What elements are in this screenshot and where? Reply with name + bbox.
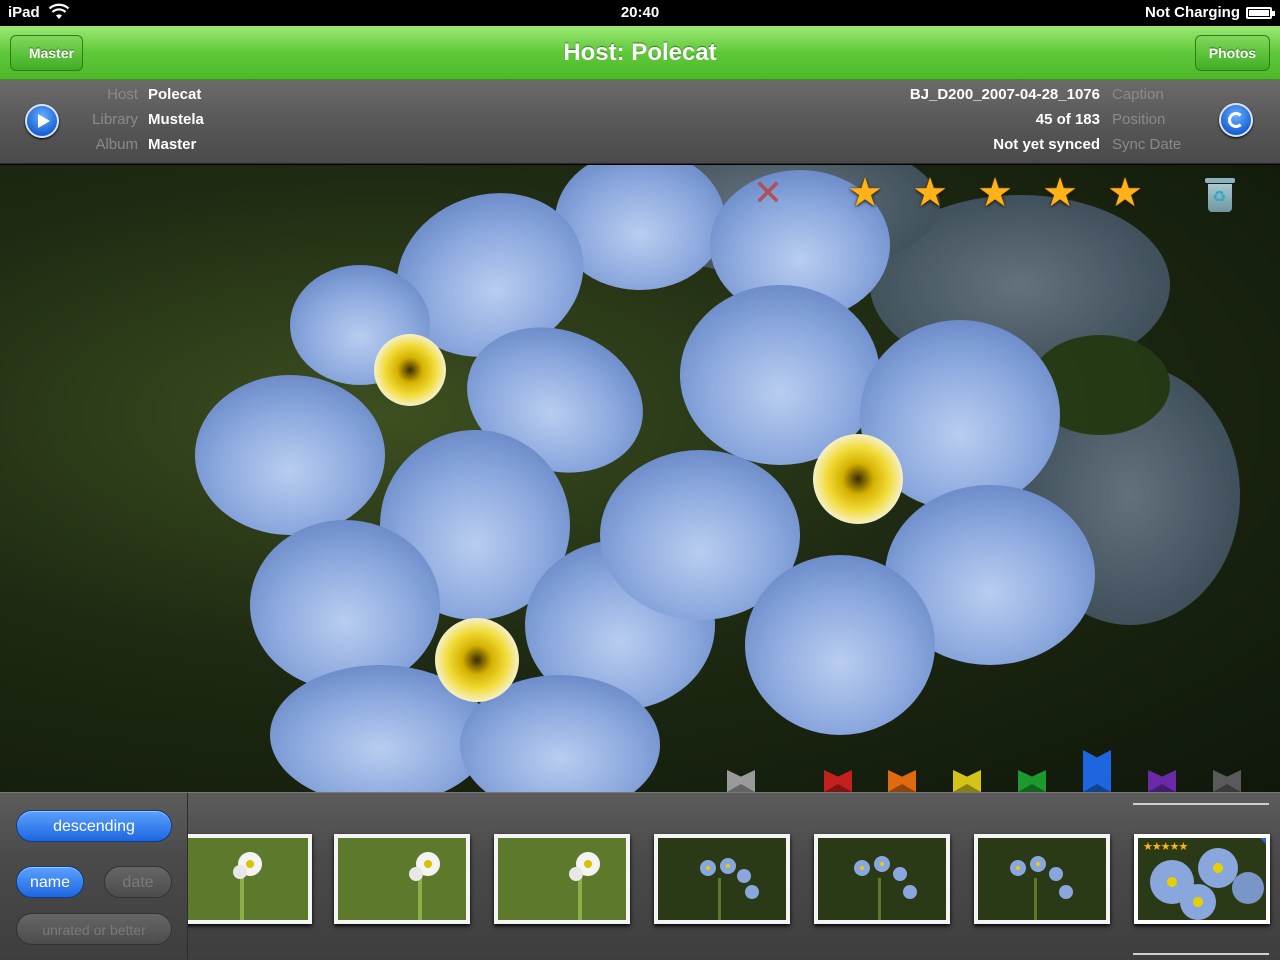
sync-date-value: Not yet synced	[993, 136, 1100, 153]
thumbnail[interactable]	[188, 834, 312, 924]
sync-date-label: Sync Date	[1112, 136, 1182, 153]
strip-bottom-rule	[1133, 953, 1269, 955]
star-icon[interactable]: ★	[1039, 172, 1081, 214]
sort-by-name-button[interactable]: name	[16, 866, 84, 898]
position-value: 45 of 183	[1035, 111, 1100, 128]
star-icon[interactable]: ★	[1104, 172, 1146, 214]
reject-icon[interactable]: ✕	[750, 175, 786, 211]
thumbnail[interactable]	[974, 834, 1110, 924]
star-icon[interactable]: ★	[909, 172, 951, 214]
position-label: Position	[1112, 111, 1166, 128]
flower-image	[195, 165, 1240, 792]
rating-filter-button[interactable]: unrated or better	[16, 913, 172, 945]
caption-row: BJ_D200_2007-04-28_1076 Caption	[0, 83, 1280, 107]
sort-panel: descending name date unrated or better	[0, 793, 188, 960]
thumbnail[interactable]	[814, 834, 950, 924]
main-photo[interactable]	[0, 165, 1280, 792]
battery-icon	[1246, 7, 1275, 19]
clock: 20:40	[620, 4, 660, 21]
charging-status: Not Charging	[1145, 4, 1240, 21]
navigation-bar: Master Host: Polecat Photos	[0, 26, 1280, 80]
sync-date-row: Not yet synced Sync Date	[0, 133, 1280, 157]
position-row: 45 of 183 Position	[0, 108, 1280, 132]
trash-icon[interactable]	[1205, 178, 1235, 212]
sort-by-date-button[interactable]: date	[104, 866, 172, 898]
star-icon[interactable]: ★	[974, 172, 1016, 214]
thumbnail[interactable]	[334, 834, 470, 924]
caption-label: Caption	[1112, 86, 1164, 103]
sort-order-toggle[interactable]: descending	[16, 810, 172, 842]
thumbnail[interactable]	[654, 834, 790, 924]
thumbnail[interactable]	[494, 834, 630, 924]
thumbnail-rating: ★★★★★	[1143, 841, 1188, 853]
star-icon[interactable]: ★	[844, 172, 886, 214]
caption-value: BJ_D200_2007-04-28_1076	[909, 86, 1100, 103]
photos-button[interactable]: Photos	[1195, 35, 1270, 71]
thumbnail-strip[interactable]: ★★★★★	[188, 793, 1280, 960]
bottom-panel: descending name date unrated or better ★…	[0, 792, 1280, 960]
thumbnail-selected[interactable]: ★★★★★	[1134, 834, 1270, 924]
strip-top-rule	[1133, 803, 1269, 805]
page-title: Host: Polecat	[563, 39, 717, 66]
status-bar: iPad 20:40 Not Charging	[0, 0, 1280, 26]
